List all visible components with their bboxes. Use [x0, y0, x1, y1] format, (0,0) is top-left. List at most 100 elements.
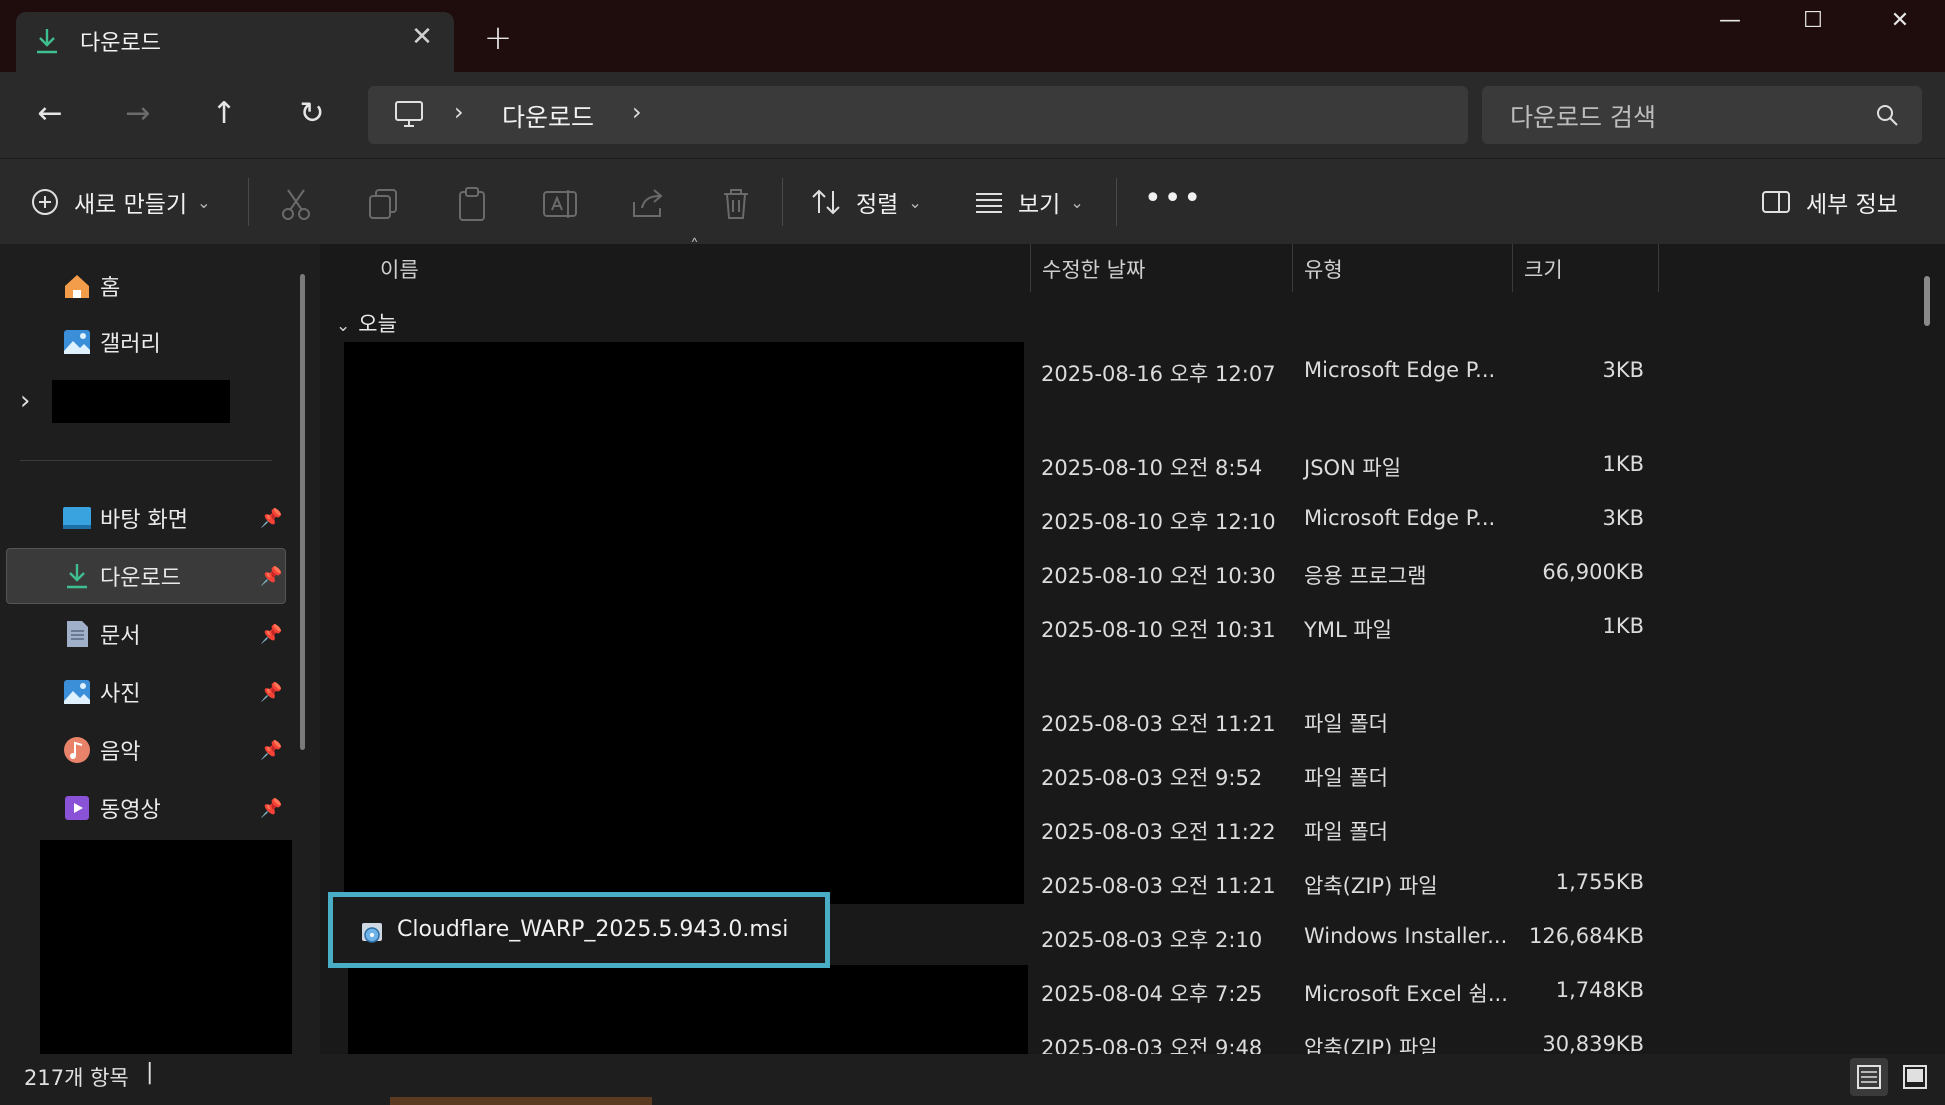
search-box[interactable]: 다운로드 검색 [1482, 86, 1922, 144]
row-size[interactable]: 30,839KB [1464, 1032, 1644, 1056]
search-icon[interactable] [1874, 102, 1900, 128]
pin-icon[interactable]: 📌 [260, 682, 282, 703]
row-size[interactable]: 1KB [1464, 452, 1644, 476]
tab-downloads[interactable]: 다운로드 ✕ [16, 12, 454, 74]
details-label: 세부 정보 [1806, 192, 1898, 218]
sidebar-item-videos[interactable]: 동영상 📌 [6, 780, 286, 836]
row-size[interactable]: 3KB [1464, 358, 1644, 382]
row-type[interactable]: 압축(ZIP) 파일 [1304, 870, 1438, 900]
row-modified[interactable]: 2025-08-10 오전 8:54 [1041, 452, 1262, 482]
row-type[interactable]: 파일 폴더 [1304, 708, 1388, 738]
sidebar-item-music[interactable]: 음악 📌 [6, 722, 286, 778]
breadcrumb-separator[interactable]: › [632, 98, 642, 126]
pin-icon[interactable]: 📌 [260, 508, 282, 529]
back-button[interactable]: ← [24, 92, 76, 136]
download-icon [67, 564, 87, 589]
sidebar-item-downloads[interactable]: 다운로드 📌 [6, 548, 286, 604]
row-modified[interactable]: 2025-08-03 오후 2:10 [1041, 924, 1262, 954]
new-label: 새로 만들기 [74, 192, 188, 218]
column-divider[interactable] [1512, 244, 1513, 292]
download-icon [37, 29, 57, 54]
delete-icon[interactable] [716, 184, 756, 224]
copy-icon[interactable] [364, 184, 404, 224]
rename-icon[interactable] [540, 184, 580, 224]
details-view-button[interactable] [1850, 1058, 1888, 1096]
redacted-item [52, 380, 230, 423]
row-modified[interactable]: 2025-08-03 오전 11:21 [1041, 708, 1276, 738]
row-type[interactable]: JSON 파일 [1304, 452, 1401, 482]
group-label: 오늘 [358, 312, 397, 336]
row-size[interactable]: 66,900KB [1464, 560, 1644, 584]
row-modified[interactable]: 2025-08-16 오후 12:07 [1041, 358, 1276, 388]
row-type[interactable]: 파일 폴더 [1304, 816, 1388, 846]
sidebar-item-gallery[interactable]: 갤러리 [6, 314, 286, 370]
sidebar-item-label: 음악 [100, 740, 141, 765]
row-modified[interactable]: 2025-08-03 오전 11:22 [1041, 816, 1276, 846]
column-header-size[interactable]: 크기 [1524, 254, 1563, 284]
row-size[interactable]: 1,748KB [1464, 978, 1644, 1002]
sidebar-item-label: 갤러리 [100, 332, 161, 357]
cut-icon[interactable] [276, 184, 316, 224]
refresh-button[interactable]: ↻ [286, 92, 338, 136]
row-size[interactable]: 126,684KB [1464, 924, 1644, 948]
maximize-button[interactable]: ☐ [1783, 8, 1843, 40]
view-button[interactable]: 보기 ⌄ [974, 180, 1084, 224]
tiles-view-button[interactable] [1896, 1058, 1934, 1096]
sort-button[interactable]: 정렬 ⌄ [810, 180, 922, 224]
desktop-icon [63, 507, 91, 529]
tab-close-button[interactable]: ✕ [402, 22, 442, 52]
close-window-button[interactable]: ✕ [1870, 8, 1930, 40]
paste-icon[interactable] [452, 184, 492, 224]
sidebar-item-pictures[interactable]: 사진 📌 [6, 664, 286, 720]
column-header-name[interactable]: 이름 [380, 254, 419, 284]
column-header-modified[interactable]: 수정한 날짜 [1042, 254, 1145, 284]
group-header-today[interactable]: ⌄ 오늘 [336, 308, 397, 338]
file-name[interactable]: Cloudflare_WARP_2025.5.943.0.msi [397, 917, 788, 942]
pin-icon[interactable]: 📌 [260, 624, 282, 645]
more-options-button[interactable]: ••• [1144, 176, 1203, 220]
row-type[interactable]: 파일 폴더 [1304, 762, 1388, 792]
minimize-button[interactable]: — [1700, 8, 1760, 40]
expand-chevron-icon[interactable]: › [20, 386, 30, 416]
column-header-type[interactable]: 유형 [1304, 254, 1343, 284]
sidebar-scrollbar[interactable] [300, 274, 305, 750]
row-modified[interactable]: 2025-08-10 오후 12:10 [1041, 506, 1276, 536]
pin-icon[interactable]: 📌 [260, 798, 282, 819]
row-modified[interactable]: 2025-08-04 오후 7:25 [1041, 978, 1262, 1008]
row-modified[interactable]: 2025-08-10 오전 10:30 [1041, 560, 1276, 590]
sidebar-item-label: 문서 [100, 624, 141, 649]
row-size[interactable]: 1KB [1464, 614, 1644, 638]
sidebar-item-documents[interactable]: 문서 📌 [6, 606, 286, 662]
up-button[interactable]: ↑ [198, 92, 250, 136]
breadcrumb-downloads[interactable]: 다운로드 [502, 98, 594, 134]
sidebar-item-home[interactable]: 홈 [6, 258, 286, 314]
row-size[interactable]: 3KB [1464, 506, 1644, 530]
column-divider[interactable] [1658, 244, 1659, 292]
sidebar-item-desktop[interactable]: 바탕 화면 📌 [6, 490, 286, 546]
search-placeholder[interactable]: 다운로드 검색 [1510, 98, 1656, 134]
pin-icon[interactable]: 📌 [260, 566, 282, 587]
new-tab-button[interactable]: + [478, 18, 518, 58]
new-button[interactable]: 새로 만들기 ⌄ [30, 180, 211, 224]
row-modified[interactable]: 2025-08-10 오전 10:31 [1041, 614, 1276, 644]
column-divider[interactable] [1292, 244, 1293, 292]
file-list-scrollbar[interactable] [1924, 276, 1930, 326]
video-icon [65, 796, 89, 820]
tab-title: 다운로드 [80, 31, 161, 56]
pin-icon[interactable]: 📌 [260, 740, 282, 761]
column-divider[interactable] [1030, 244, 1031, 292]
status-separator: | [146, 1060, 154, 1085]
sort-icon [812, 189, 840, 215]
forward-button[interactable]: → [112, 92, 164, 136]
row-type[interactable]: 응용 프로그램 [1304, 560, 1427, 590]
row-modified[interactable]: 2025-08-03 오전 9:52 [1041, 762, 1262, 792]
breadcrumb-separator[interactable]: › [454, 98, 464, 126]
row-modified[interactable]: 2025-08-03 오전 11:21 [1041, 870, 1276, 900]
share-icon[interactable] [628, 184, 668, 224]
details-pane-button[interactable]: 세부 정보 [1760, 180, 1898, 224]
address-bar[interactable]: › 다운로드 › [368, 86, 1468, 144]
sidebar-item-label: 바탕 화면 [100, 508, 188, 533]
row-size[interactable]: 1,755KB [1464, 870, 1644, 894]
row-type[interactable]: YML 파일 [1304, 614, 1392, 644]
highlighted-file-row[interactable]: Cloudflare_WARP_2025.5.943.0.msi [328, 892, 830, 968]
